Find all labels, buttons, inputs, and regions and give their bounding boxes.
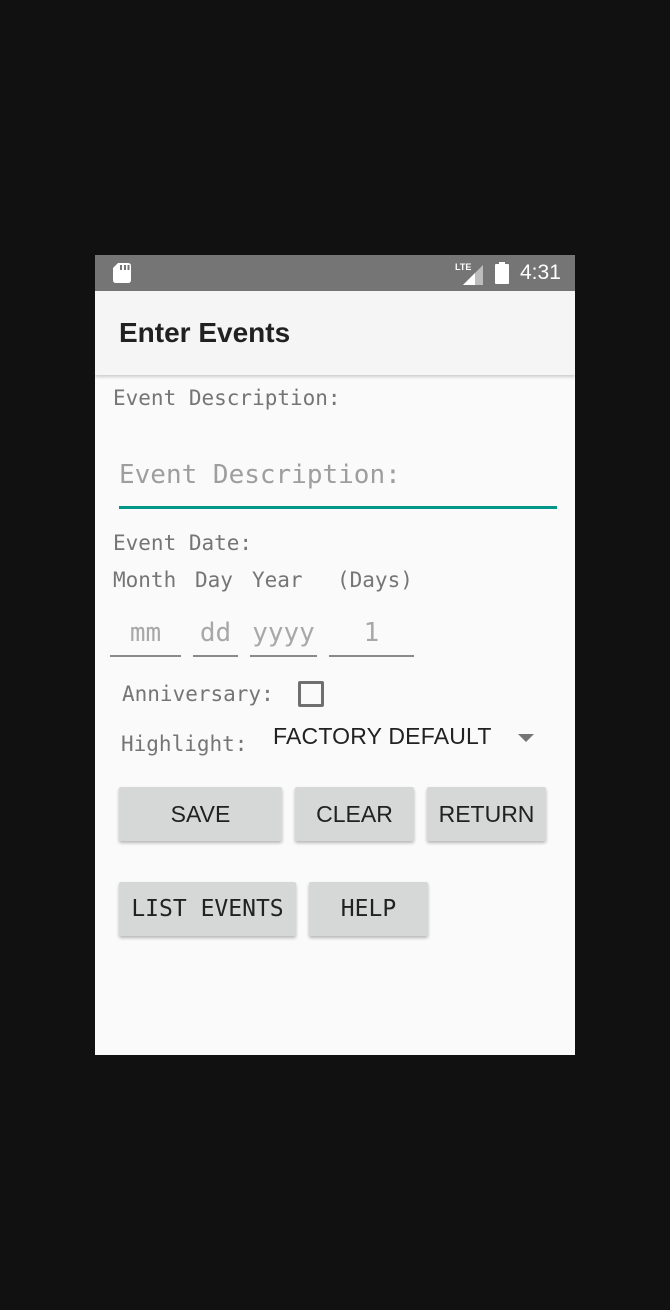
day-label: Day: [195, 568, 233, 592]
help-button[interactable]: HELP: [309, 882, 428, 936]
anniversary-checkbox[interactable]: [298, 681, 324, 707]
list-events-button[interactable]: LIST EVENTS: [119, 882, 296, 936]
page-title: Enter Events: [119, 317, 291, 348]
lte-signal-icon: LTE: [455, 262, 483, 285]
event-description-input[interactable]: [119, 443, 557, 509]
return-button[interactable]: RETURN: [427, 787, 546, 841]
anniversary-label: Anniversary:: [122, 682, 274, 706]
event-description-label: Event Description:: [113, 386, 341, 410]
event-date-label: Event Date:: [113, 531, 253, 555]
highlight-dropdown[interactable]: FACTORY DEFAULT: [263, 717, 545, 757]
app-bar: Enter Events: [95, 291, 575, 375]
save-button[interactable]: SAVE: [119, 787, 282, 841]
days-input[interactable]: [329, 611, 414, 657]
status-bar: LTE 4:31: [95, 255, 575, 291]
year-label: Year: [252, 568, 303, 592]
sd-card-icon: [113, 263, 131, 283]
highlight-selected-value: FACTORY DEFAULT: [273, 723, 492, 749]
battery-icon: [495, 262, 509, 284]
days-label: (Days): [337, 568, 413, 592]
day-input[interactable]: [193, 611, 238, 657]
dropdown-arrow-icon: [518, 734, 534, 742]
clear-button[interactable]: CLEAR: [295, 787, 414, 841]
month-input[interactable]: [110, 611, 181, 657]
highlight-label: Highlight:: [121, 732, 248, 756]
phone-screen: LTE 4:31 Enter Events Event Description:…: [95, 255, 575, 1055]
month-label: Month: [113, 568, 177, 592]
status-time: 4:31: [520, 261, 561, 284]
year-input[interactable]: [250, 611, 317, 657]
lte-label: LTE: [455, 262, 471, 272]
